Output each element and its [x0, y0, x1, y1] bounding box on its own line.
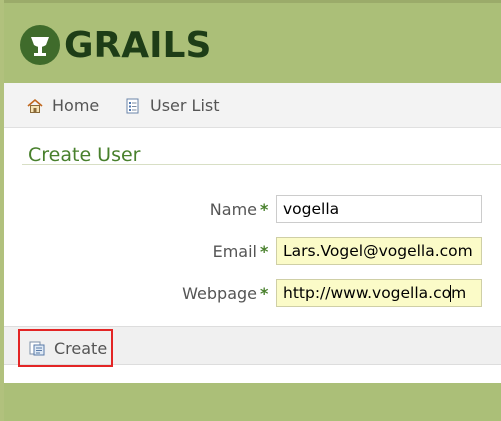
logo-text: GRAILS	[64, 24, 212, 66]
name-row: Name *	[4, 195, 501, 225]
nav-user-list-label: User List	[150, 96, 220, 115]
name-label: Name	[209, 200, 257, 219]
create-button-label: Create	[54, 338, 108, 358]
grails-cup-icon	[20, 25, 60, 65]
text-caret	[450, 285, 451, 302]
button-bar: Create	[4, 326, 501, 367]
app-header: GRAILS	[4, 0, 501, 83]
title-divider	[22, 164, 501, 165]
create-document-icon	[29, 341, 45, 356]
webpage-input[interactable]	[276, 279, 482, 307]
email-label: Email	[212, 242, 257, 261]
nav-home-label: Home	[52, 96, 100, 115]
email-row: Email *	[4, 237, 501, 267]
grails-app-window: GRAILS Home User List Create User Name *…	[0, 0, 501, 421]
email-input[interactable]	[276, 237, 482, 265]
page-title: Create User	[28, 144, 141, 166]
webpage-label: Webpage	[182, 284, 257, 303]
list-document-icon	[126, 98, 139, 113]
name-required-marker: *	[260, 200, 269, 219]
nav-home-link[interactable]: Home	[26, 83, 99, 128]
house-icon	[27, 98, 43, 113]
name-input[interactable]	[276, 195, 482, 223]
nav-user-list-link[interactable]: User List	[124, 83, 220, 128]
webpage-row: Webpage *	[4, 279, 501, 309]
webpage-required-marker: *	[260, 284, 269, 303]
create-button[interactable]: Create	[18, 329, 113, 367]
nav-bar: Home User List	[4, 83, 501, 128]
app-footer	[4, 383, 501, 421]
grails-logo: GRAILS	[20, 24, 212, 66]
email-required-marker: *	[260, 242, 269, 261]
